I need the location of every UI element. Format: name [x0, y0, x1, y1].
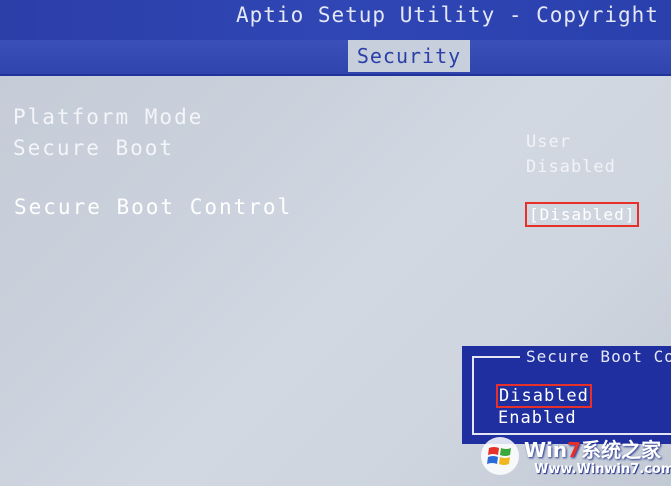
platform-mode-value: User	[526, 132, 571, 152]
platform-mode-label: Platform Mode	[13, 105, 204, 129]
secure-boot-control-value[interactable]: [Disabled]	[525, 202, 640, 227]
windows-logo-icon	[481, 437, 519, 475]
bios-title: Aptio Setup Utility - Copyright (C)	[236, 3, 671, 27]
secure-boot-label: Secure Boot	[13, 136, 175, 160]
popup-frame: Secure Boot Co Disabled Enabled	[472, 347, 671, 435]
secure-boot-control-label[interactable]: Secure Boot Control	[14, 195, 292, 219]
popup-option-disabled[interactable]: Disabled	[496, 384, 592, 408]
tab-security[interactable]: Security	[348, 40, 470, 72]
watermark: Win7系统之家 Www.Winwin7.com	[478, 430, 671, 484]
watermark-brand: Win7系统之家	[524, 438, 662, 462]
watermark-url: Www.Winwin7.com	[534, 462, 671, 477]
secure-boot-value: Disabled	[526, 157, 616, 177]
bios-title-bar: Aptio Setup Utility - Copyright (C)	[0, 0, 671, 40]
bios-menu-strip	[0, 40, 671, 76]
popup-option-enabled[interactable]: Enabled	[498, 408, 577, 428]
popup-title: Secure Boot Co	[520, 347, 671, 366]
